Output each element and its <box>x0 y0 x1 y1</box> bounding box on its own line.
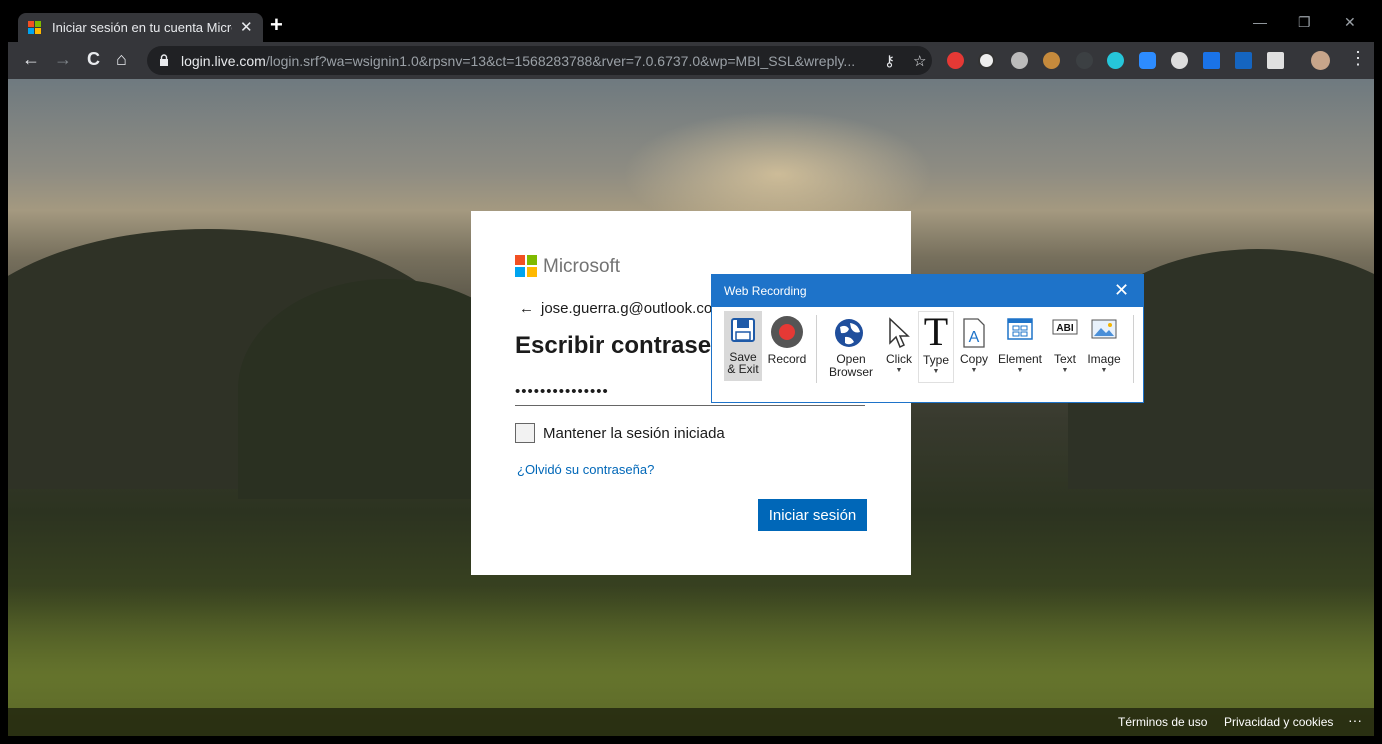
forgot-password-link[interactable]: ¿Olvidó su contraseña? <box>517 462 654 477</box>
svg-text:A: A <box>969 329 980 346</box>
extension-circle-icon[interactable] <box>1011 52 1028 69</box>
image-icon <box>1091 319 1117 339</box>
extension-chat-icon[interactable] <box>1107 52 1124 69</box>
new-tab-button[interactable]: + <box>270 12 283 38</box>
web-recording-title: Web Recording <box>724 284 807 298</box>
text-dropdown-icon[interactable]: ▼ <box>1049 367 1081 374</box>
forward-button[interactable]: → <box>54 49 72 70</box>
extension-clock-icon[interactable] <box>978 52 995 69</box>
more-options-icon[interactable]: ··· <box>1348 712 1362 728</box>
globe-icon <box>835 319 863 347</box>
url-text[interactable]: login.live.com/login.srf?wa=wsignin1.0&r… <box>181 53 871 69</box>
terms-link[interactable]: Términos de uso <box>1118 715 1207 729</box>
web-recording-titlebar[interactable]: Web Recording ✕ <box>712 275 1143 307</box>
extension-zoom-icon[interactable] <box>1139 52 1156 69</box>
open-browser-button[interactable]: Open Browser <box>823 311 879 383</box>
cursor-icon <box>889 317 910 349</box>
image-label: Image <box>1087 352 1121 366</box>
reload-button[interactable]: C <box>87 49 100 70</box>
keep-signed-in-label[interactable]: Mantener la sesión iniciada <box>543 425 725 442</box>
record-button[interactable]: Record <box>766 311 808 381</box>
extension-stop-icon[interactable] <box>947 52 964 69</box>
save-exit-button[interactable]: Save & Exit <box>724 311 762 381</box>
extension-b-icon[interactable] <box>1267 52 1284 69</box>
tab-close-icon[interactable]: ✕ <box>240 18 253 36</box>
restore-button[interactable]: ❐ <box>1298 14 1311 31</box>
signin-button[interactable]: Iniciar sesión <box>758 499 867 531</box>
privacy-link[interactable]: Privacidad y cookies <box>1224 715 1333 729</box>
copy-label: Copy <box>959 352 988 366</box>
extension-x-icon[interactable] <box>1076 52 1093 69</box>
svg-text:ABI: ABI <box>1056 323 1073 334</box>
extension-search-icon[interactable] <box>1171 52 1188 69</box>
type-t-icon: T <box>923 309 949 354</box>
address-bar[interactable]: login.live.com/login.srf?wa=wsignin1.0&r… <box>147 46 932 75</box>
element-dropdown-icon[interactable]: ▼ <box>996 367 1044 374</box>
type-dropdown-icon[interactable]: ▼ <box>919 368 953 375</box>
microsoft-favicon-icon <box>28 21 42 35</box>
text-icon: ABI <box>1052 319 1078 335</box>
type-label: Type <box>922 353 949 367</box>
lock-icon <box>160 54 168 66</box>
toolbar-separator <box>816 315 817 383</box>
open-browser-label: Open <box>836 352 866 366</box>
bookmark-star-icon[interactable]: ☆ <box>913 52 926 70</box>
extension-analytics-icon[interactable] <box>1235 52 1252 69</box>
back-arrow-icon[interactable]: ← <box>519 300 534 317</box>
microsoft-wordmark: Microsoft <box>543 256 621 277</box>
click-label: Click <box>886 352 912 366</box>
web-recording-close-button[interactable]: ✕ <box>1114 280 1129 301</box>
browser-chrome: Iniciar sesión en tu cuenta Micro ✕ + — … <box>8 8 1374 79</box>
page-title: Escribir contraseña <box>515 332 740 359</box>
tab-strip: Iniciar sesión en tu cuenta Micro ✕ + — … <box>8 8 1374 42</box>
extension-cookie-icon[interactable] <box>1043 52 1060 69</box>
text-label: Text <box>1053 352 1076 366</box>
click-dropdown-icon[interactable]: ▼ <box>882 367 916 374</box>
element-button[interactable]: Element ▼ <box>996 311 1044 383</box>
close-window-button[interactable]: ✕ <box>1344 14 1356 31</box>
copy-icon: A <box>963 318 985 348</box>
record-icon <box>771 316 803 348</box>
tab-title: Iniciar sesión en tu cuenta Micro <box>52 20 232 35</box>
save-icon <box>731 318 755 342</box>
element-label: Element <box>997 352 1043 366</box>
home-button[interactable]: ⌂ <box>116 49 127 70</box>
profile-avatar[interactable] <box>1311 51 1330 70</box>
element-icon <box>1007 318 1033 340</box>
save-exit-label-2: & Exit <box>727 362 759 376</box>
microsoft-logo-icon <box>515 255 537 277</box>
keep-signed-in-checkbox[interactable] <box>515 423 535 443</box>
page-footer: Términos de uso Privacidad y cookies ··· <box>8 708 1374 736</box>
open-browser-label-2: Browser <box>828 365 873 379</box>
web-recording-window: Web Recording ✕ Save & Exit Record Open … <box>711 274 1144 403</box>
record-label: Record <box>767 352 807 366</box>
text-button[interactable]: ABI Text ▼ <box>1049 311 1081 383</box>
copy-button[interactable]: A Copy ▼ <box>957 311 991 383</box>
minimize-button[interactable]: — <box>1253 14 1267 30</box>
type-button[interactable]: T Type ▼ <box>918 309 954 383</box>
identity-email: jose.guerra.g@outlook.com <box>541 300 725 317</box>
browser-tab[interactable]: Iniciar sesión en tu cuenta Micro ✕ <box>18 13 263 42</box>
back-button[interactable]: ← <box>22 49 40 70</box>
click-button[interactable]: Click ▼ <box>882 311 916 383</box>
browser-toolbar: ← → C ⌂ login.live.com/login.srf?wa=wsig… <box>8 42 1374 79</box>
image-button[interactable]: Image ▼ <box>1084 311 1124 383</box>
toolbar-separator-end <box>1133 315 1134 383</box>
extension-uipath-icon[interactable] <box>1203 52 1220 69</box>
key-icon[interactable]: ⚷ <box>884 52 895 70</box>
browser-menu-icon[interactable]: ⋮ <box>1349 48 1367 69</box>
copy-dropdown-icon[interactable]: ▼ <box>957 367 991 374</box>
image-dropdown-icon[interactable]: ▼ <box>1084 367 1124 374</box>
